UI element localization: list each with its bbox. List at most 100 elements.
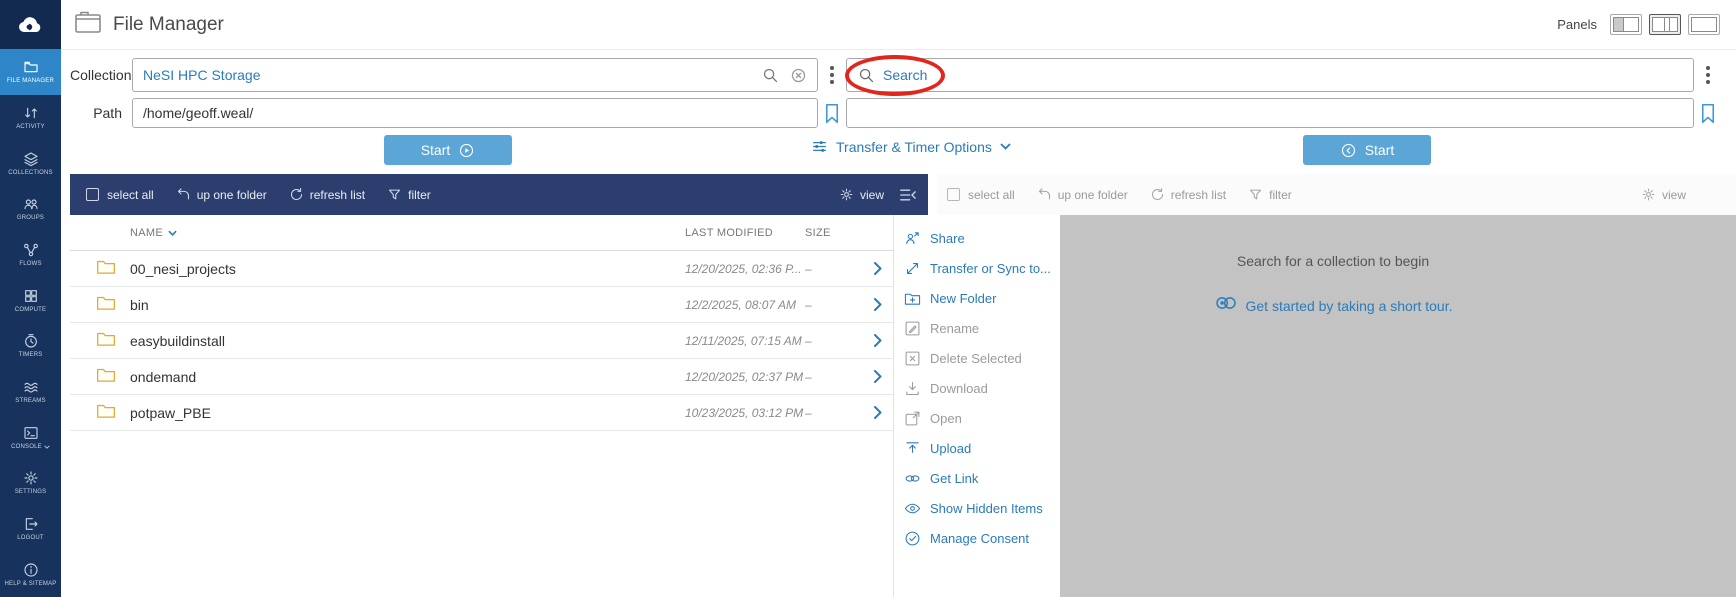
- sidebar-item-activity[interactable]: ACTIVITY: [0, 95, 61, 141]
- collection-inputs-section: Collection Path: [61, 50, 1736, 174]
- file-last-modified: 12/2/2025, 08:07 AM: [685, 297, 796, 312]
- chevron-right-icon[interactable]: [863, 262, 893, 275]
- transfer-icon: [904, 260, 921, 277]
- chevron-down-icon: [168, 230, 177, 236]
- menu-item-open[interactable]: Open: [904, 403, 1060, 433]
- table-row[interactable]: ondemand 12/20/2025, 02:37 PM –: [70, 359, 893, 395]
- sidebar-item-collections[interactable]: COLLECTIONS: [0, 140, 61, 186]
- file-size: –: [805, 333, 812, 348]
- tour-link[interactable]: Get started by taking a short tour.: [1246, 298, 1453, 314]
- menu-item-label: New Folder: [930, 290, 997, 306]
- sidebar-item-label: FLOWS: [19, 261, 42, 268]
- table-row[interactable]: easybuildinstall 12/11/2025, 07:15 AM –: [70, 323, 893, 359]
- sidebar-item-groups[interactable]: GROUPS: [0, 186, 61, 232]
- sidebar-item-logout[interactable]: LOGOUT: [0, 506, 61, 552]
- collection-input[interactable]: [133, 59, 817, 91]
- right-filter-button[interactable]: filter: [1248, 187, 1292, 202]
- right-up-one-folder-button[interactable]: up one folder: [1037, 187, 1128, 202]
- path-label: Path: [93, 105, 122, 121]
- sidebar-nav: FILE MANAGER ACTIVITY COLLECTIONS GROUPS…: [0, 49, 61, 597]
- collection-label: Collection: [70, 67, 132, 83]
- chevron-right-icon[interactable]: [863, 406, 893, 419]
- chevron-right-icon[interactable]: [863, 298, 893, 311]
- right-view-button[interactable]: view: [1641, 187, 1686, 202]
- sidebar-item-label: COLLECTIONS: [8, 169, 53, 176]
- right-pane-toolbar: select all up one folder refresh list fi…: [937, 174, 1736, 215]
- panels-label: Panels: [1557, 17, 1597, 32]
- sidebar-item-help-sitemap[interactable]: HELP & SITEMAP: [0, 551, 61, 597]
- column-last-modified: LAST MODIFIED: [685, 226, 774, 239]
- show-hidden-icon: [904, 500, 921, 517]
- main-area: File Manager Panels Collection NeSI HPC …: [61, 0, 1736, 597]
- sidebar-item-timers[interactable]: TIMERS: [0, 323, 61, 369]
- sort-by-name-header[interactable]: NAME: [130, 227, 685, 239]
- refresh-list-button[interactable]: refresh list: [289, 187, 365, 202]
- menu-item-share[interactable]: Share: [904, 223, 1060, 253]
- sidebar-item-label: COMPUTE: [14, 306, 47, 313]
- sidebar-item-settings[interactable]: SETTINGS: [0, 460, 61, 506]
- sidebar: FILE MANAGER ACTIVITY COLLECTIONS GROUPS…: [0, 0, 61, 597]
- file-name: potpaw_PBE: [130, 404, 211, 421]
- start-transfer-right-button[interactable]: Start: [1303, 135, 1431, 165]
- chevron-right-icon[interactable]: [863, 370, 893, 383]
- folder-icon: [96, 366, 130, 388]
- panel-layout-full-button[interactable]: [1688, 14, 1720, 35]
- sidebar-item-flows[interactable]: FLOWS: [0, 232, 61, 278]
- menu-item-label: Show Hidden Items: [930, 500, 1043, 516]
- play-circle-icon: [460, 143, 474, 157]
- panel-layout-single-button[interactable]: [1610, 14, 1642, 35]
- clear-collection-icon[interactable]: [790, 67, 807, 84]
- right-refresh-list-button[interactable]: refresh list: [1150, 187, 1226, 202]
- collection-search-input[interactable]: [847, 59, 1693, 91]
- start-button-label: Start: [1364, 142, 1395, 158]
- table-row[interactable]: potpaw_PBE 10/23/2025, 03:12 PM –: [70, 395, 893, 431]
- menu-item-delete-selected[interactable]: Delete Selected: [904, 343, 1060, 373]
- view-button[interactable]: view: [839, 187, 884, 202]
- menu-item-manage-consent[interactable]: Manage Consent: [904, 523, 1060, 553]
- menu-item-get-link[interactable]: Get Link: [904, 463, 1060, 493]
- select-all-button[interactable]: select all: [107, 188, 154, 202]
- new-folder-icon: [904, 290, 921, 307]
- table-row[interactable]: 00_nesi_projects 12/20/2025, 02:36 P... …: [70, 251, 893, 287]
- transfer-options-label: Transfer & Timer Options: [836, 138, 992, 155]
- full-panel-icon: [1691, 17, 1717, 32]
- globus-logo[interactable]: [0, 0, 61, 49]
- page-title: File Manager: [113, 13, 224, 35]
- panel-layout-split-button[interactable]: [1649, 14, 1681, 35]
- path-input[interactable]: [133, 99, 817, 127]
- search-icon[interactable]: [762, 67, 779, 84]
- select-all-checkbox[interactable]: [86, 188, 99, 201]
- sidebar-item-streams[interactable]: STREAMS: [0, 369, 61, 415]
- menu-item-label: Rename: [930, 320, 980, 336]
- sidebar-item-label: STREAMS: [15, 398, 46, 405]
- collection-kebab-menu[interactable]: [820, 59, 844, 91]
- menu-item-download[interactable]: Download: [904, 373, 1060, 403]
- filter-button[interactable]: filter: [387, 187, 431, 202]
- sidebar-item-label: TIMERS: [18, 352, 43, 359]
- transfer-timer-options[interactable]: Transfer & Timer Options: [811, 138, 1011, 155]
- filter-icon: [389, 189, 401, 200]
- chevron-down-icon: [1000, 143, 1011, 150]
- sidebar-item-console[interactable]: CONSOLE: [0, 414, 61, 460]
- right-path-input[interactable]: [847, 99, 1693, 127]
- table-row[interactable]: bin 12/2/2025, 08:07 AM –: [70, 287, 893, 323]
- collapse-menu-icon[interactable]: [898, 187, 918, 203]
- up-one-folder-button[interactable]: up one folder: [176, 187, 267, 202]
- menu-item-upload[interactable]: Upload: [904, 433, 1060, 463]
- menu-item-rename[interactable]: Rename: [904, 313, 1060, 343]
- right-select-all-checkbox[interactable]: [947, 188, 960, 201]
- right-select-all-button[interactable]: select all: [968, 188, 1015, 202]
- menu-item-new-folder[interactable]: New Folder: [904, 283, 1060, 313]
- search-kebab-menu[interactable]: [1696, 59, 1720, 91]
- menu-item-transfer-or-sync[interactable]: Transfer or Sync to...: [904, 253, 1060, 283]
- chevron-right-icon[interactable]: [863, 334, 893, 347]
- bookmark-icon[interactable]: [820, 103, 844, 124]
- sidebar-item-file-manager[interactable]: FILE MANAGER: [0, 49, 61, 95]
- app-header: File Manager Panels: [61, 0, 1736, 50]
- menu-item-show-hidden-items[interactable]: Show Hidden Items: [904, 493, 1060, 523]
- sidebar-item-compute[interactable]: COMPUTE: [0, 277, 61, 323]
- right-bookmark-icon[interactable]: [1696, 103, 1720, 124]
- file-last-modified: 12/20/2025, 02:37 PM: [685, 369, 804, 384]
- logout-icon: [23, 516, 39, 532]
- start-transfer-left-button[interactable]: Start: [384, 135, 512, 165]
